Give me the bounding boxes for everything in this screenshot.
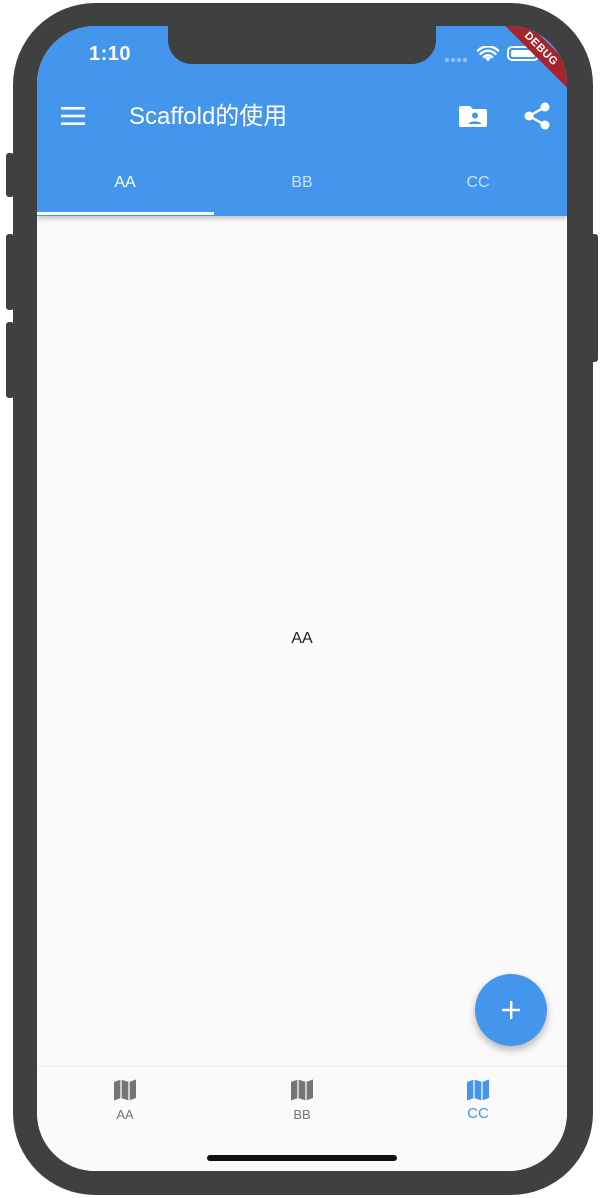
map-icon	[114, 1079, 136, 1101]
menu-button[interactable]	[53, 96, 93, 136]
share-button[interactable]	[519, 98, 555, 134]
tab-bar: AA BB CC	[37, 162, 567, 216]
bottom-nav-label: BB	[293, 1107, 311, 1122]
volume-up-button	[6, 234, 14, 310]
map-icon	[291, 1079, 313, 1101]
mute-switch	[6, 153, 14, 197]
add-icon	[502, 1001, 520, 1019]
bottom-nav-item-aa[interactable]: AA	[37, 1077, 213, 1137]
app-screen: 1:10 DEBUG Scaffold的使用 AA BB CC AA AA BB…	[37, 26, 567, 1171]
cellular-signal-icon	[445, 58, 469, 62]
tab-bb[interactable]: BB	[214, 162, 390, 216]
map-icon	[467, 1079, 489, 1101]
folder-shared-icon	[459, 106, 487, 127]
menu-icon	[61, 107, 85, 125]
power-button	[590, 234, 598, 362]
tab-content-text: AA	[291, 630, 313, 647]
tab-indicator	[37, 212, 214, 215]
share-icon	[524, 102, 550, 130]
tab-cc[interactable]: CC	[390, 162, 566, 216]
bottom-nav-item-cc[interactable]: CC	[390, 1077, 566, 1137]
add-fab-button[interactable]	[475, 974, 547, 1046]
volume-down-button	[6, 322, 14, 398]
debug-banner: DEBUG	[492, 26, 567, 98]
page-title: Scaffold的使用	[129, 103, 288, 130]
bottom-nav-item-bb[interactable]: BB	[214, 1077, 390, 1137]
tab-aa[interactable]: AA	[37, 162, 213, 216]
bottom-nav-label: AA	[116, 1107, 134, 1122]
folder-shared-button[interactable]	[455, 98, 491, 134]
bottom-nav-label: CC	[467, 1105, 489, 1122]
status-time: 1:10	[89, 43, 132, 65]
wifi-icon	[477, 46, 499, 62]
home-indicator[interactable]	[207, 1155, 397, 1161]
device-notch	[168, 26, 436, 64]
